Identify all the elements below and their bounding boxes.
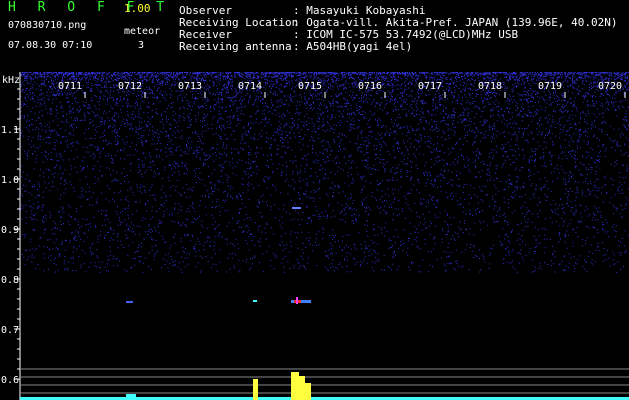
axis-tick-label: 1.0 <box>1 175 19 186</box>
time-tick-label: 0713 <box>178 81 202 92</box>
meteor-count: 3 <box>138 40 145 51</box>
meteor-label: meteor <box>124 26 161 37</box>
time-tick-label: 0718 <box>478 81 502 92</box>
axis-tick-label: 0.9 <box>1 225 19 236</box>
axis-tick-label: 0.6 <box>1 375 19 386</box>
axis-tick-label: 0.7 <box>1 325 19 336</box>
time-tick-label: 0720 <box>598 81 622 92</box>
axis-tick-label: 0.8 <box>1 275 19 286</box>
axis-tick-label: 1.1 <box>1 125 19 136</box>
time-tick-label: 0716 <box>358 81 382 92</box>
detection-bar <box>126 394 136 400</box>
file-name: 070830710.png <box>8 20 87 31</box>
time-tick-label: 0714 <box>238 81 262 92</box>
detection-bar <box>291 372 299 400</box>
echo-trace <box>296 297 298 304</box>
app-version: 1.00 <box>124 2 151 15</box>
echo-trace <box>292 207 301 209</box>
spectrogram: kHz 1.1 1.0 0.9 0.8 0.7 0.6 0711 0712 0713 0714 07… <box>0 72 629 400</box>
axis-unit-label: kHz <box>2 75 20 86</box>
antenna-label: Receiving antenna <box>179 40 292 53</box>
time-tick-label: 0712 <box>118 81 142 92</box>
time-tick-label: 0717 <box>418 81 442 92</box>
date-time: 07.08.30 07:10 <box>8 40 93 51</box>
time-tick-label: 0711 <box>58 81 82 92</box>
detection-bar <box>305 383 311 400</box>
detection-bar <box>299 376 305 400</box>
detection-bar <box>253 379 258 400</box>
time-tick-label: 0715 <box>298 81 322 92</box>
antenna-value: : A504HB(yagi 4el) <box>293 40 413 53</box>
time-tick-label: 0719 <box>538 81 562 92</box>
echo-trace <box>253 300 257 302</box>
echo-trace <box>126 301 133 303</box>
header-panel: H R O F F T 1.00 070830710.png meteor 07… <box>0 0 629 72</box>
